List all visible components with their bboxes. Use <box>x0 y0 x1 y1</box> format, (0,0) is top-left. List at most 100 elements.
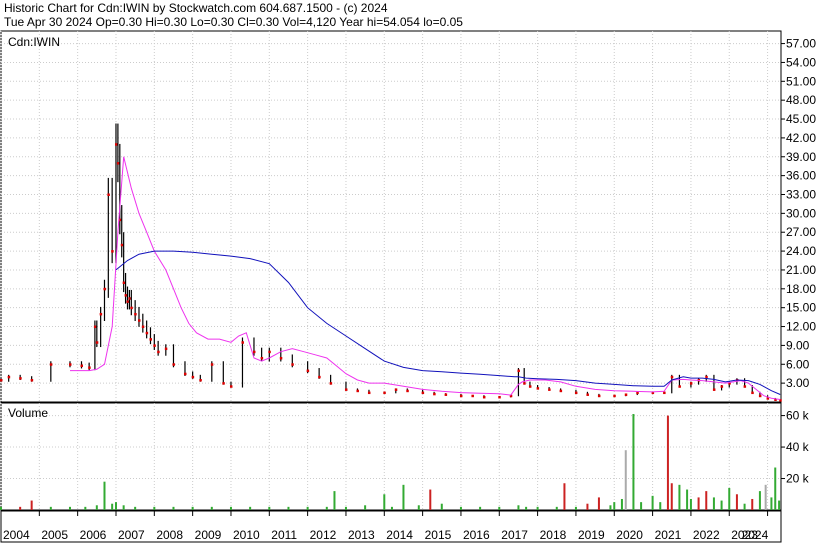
close-marker <box>433 392 436 396</box>
volume-bar <box>417 505 420 510</box>
x-tick-label: 2004 <box>3 528 30 542</box>
close-marker <box>0 378 3 382</box>
volume-y-axis: 60 k 40 k 20 k <box>781 409 810 486</box>
x-axis: 2004 2005 2006 2007 2008 2009 2010 2011 2012 2013… <box>0 510 782 543</box>
x-tick-label: 2014 <box>386 528 413 542</box>
close-marker <box>574 391 578 395</box>
volume-bar <box>95 505 98 510</box>
close-marker <box>103 287 106 291</box>
close-marker <box>49 363 53 366</box>
volume-bar <box>134 506 137 510</box>
volume-bar <box>459 506 462 510</box>
volume-bar <box>268 506 271 510</box>
close-marker <box>80 364 83 368</box>
close-marker <box>751 391 754 395</box>
x-tick-label: 2016 <box>463 528 490 542</box>
close-marker <box>720 385 724 388</box>
volume-bar <box>640 502 643 510</box>
volume-y-tick-label: 60 k <box>786 409 810 423</box>
volume-bar <box>666 415 669 510</box>
price-y-tick-label: 45.00 <box>786 112 816 126</box>
volume-bar <box>229 506 232 510</box>
close-marker <box>30 378 34 382</box>
price-y-tick-label: 54.00 <box>786 55 816 69</box>
volume-bar <box>383 494 386 510</box>
stock-chart: Cdn:IWIN 57.00 54.00 51.00 48.00 45.00 42.00 3… <box>0 30 816 543</box>
volume-bar <box>632 414 635 510</box>
volume-bar <box>402 484 405 510</box>
price-y-tick-label: 24.00 <box>786 244 816 258</box>
close-marker <box>114 143 118 146</box>
volume-bar <box>624 450 627 510</box>
close-marker <box>528 385 532 388</box>
x-tick-label: 2021 <box>655 528 682 542</box>
x-tick-label: 2007 <box>118 528 145 542</box>
close-marker <box>19 377 22 380</box>
volume-plot-frame <box>0 402 782 511</box>
volume-bar <box>429 489 432 510</box>
close-marker <box>7 375 11 379</box>
price-y-tick-label: 3.00 <box>786 376 810 390</box>
close-marker <box>670 375 674 379</box>
close-marker <box>88 366 91 369</box>
price-y-tick-label: 36.00 <box>786 169 816 183</box>
volume-bar <box>758 491 761 510</box>
close-marker <box>93 325 97 329</box>
volume-bar <box>333 491 336 510</box>
close-marker <box>68 363 72 366</box>
close-marker <box>758 394 762 398</box>
close-marker <box>99 312 103 316</box>
price-y-tick-label: 33.00 <box>786 187 816 201</box>
close-marker <box>421 391 425 395</box>
close-marker <box>141 325 145 329</box>
volume-bar <box>555 506 558 510</box>
close-marker <box>523 382 526 385</box>
close-marker <box>712 388 716 391</box>
volume-bar <box>517 505 520 510</box>
close-marker <box>164 347 168 351</box>
volume-bar <box>114 502 117 510</box>
price-y-tick-label: 12.00 <box>786 320 816 334</box>
x-tick-label: 2008 <box>156 528 183 542</box>
price-y-axis: 57.00 54.00 51.00 48.00 45.00 42.00 39.00 36.00… <box>781 37 816 390</box>
volume-bar <box>19 506 22 510</box>
volume-bar <box>720 500 723 510</box>
volume-bar <box>712 497 715 510</box>
close-marker <box>471 394 474 398</box>
close-marker <box>613 394 616 398</box>
volume-bar <box>563 483 566 510</box>
close-marker <box>157 350 160 354</box>
close-marker <box>191 375 195 379</box>
volume-bar <box>122 505 125 510</box>
price-plot-frame <box>0 30 782 403</box>
volume-bar <box>287 506 290 510</box>
volume-bar <box>751 498 754 510</box>
volume-bar <box>735 494 738 510</box>
volume-bar <box>689 498 692 510</box>
close-marker <box>743 385 747 388</box>
close-marker <box>183 372 187 376</box>
volume-bar <box>111 503 114 510</box>
volume-bar <box>670 483 673 510</box>
volume-bar <box>440 503 443 510</box>
price-y-tick-label: 39.00 <box>786 150 816 164</box>
volume-y-tick-label: 20 k <box>786 472 810 486</box>
volume-bar <box>172 506 175 510</box>
volume-bar <box>103 481 106 510</box>
price-y-tick-label: 30.00 <box>786 206 816 220</box>
close-marker <box>597 394 601 398</box>
price-y-tick-label: 51.00 <box>786 74 816 88</box>
volume-bar <box>764 484 767 510</box>
price-y-tick-label: 18.00 <box>786 282 816 296</box>
close-marker <box>344 388 348 391</box>
volume-bar <box>30 500 33 510</box>
close-marker <box>383 391 386 395</box>
volume-bar <box>210 506 213 510</box>
close-marker <box>586 393 589 396</box>
volume-bar <box>325 506 328 510</box>
volume-y-tick-label: 40 k <box>786 440 810 454</box>
volume-bar <box>364 505 367 510</box>
volume-bar <box>659 502 662 510</box>
close-marker <box>145 331 149 335</box>
close-marker <box>116 162 120 165</box>
